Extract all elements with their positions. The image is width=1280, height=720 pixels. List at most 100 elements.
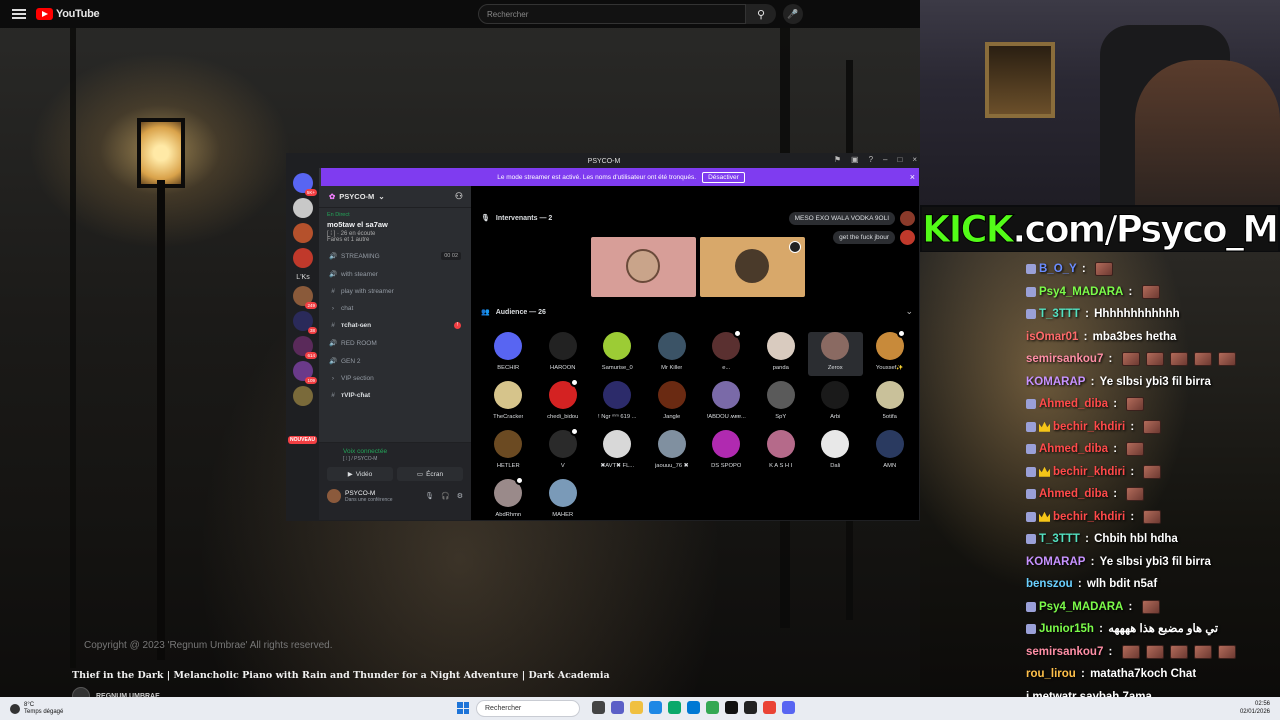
gear-icon[interactable]: ⚙ (457, 492, 463, 500)
server-icon[interactable] (293, 198, 313, 218)
chat-username[interactable]: T_3TTT (1039, 528, 1080, 551)
audience-member[interactable]: TheCracker (481, 381, 536, 425)
chat-username[interactable]: B_O_Y (1039, 258, 1077, 281)
audience-member[interactable]: Dali (808, 430, 863, 474)
server-icon[interactable]: 109 (293, 361, 317, 384)
store-icon[interactable] (668, 701, 681, 714)
audience-member[interactable]: chedi_bidou (536, 378, 591, 425)
discord-icon[interactable] (782, 701, 795, 714)
server-icon[interactable] (293, 223, 313, 243)
server-header[interactable]: ✿ PSYCO-M ⌄ ⚇ (319, 186, 471, 208)
audience-member[interactable]: Mr Killer (645, 332, 700, 376)
category-vip[interactable]: › VIP section (319, 370, 471, 387)
chat-username[interactable]: Ahmed_diba (1039, 483, 1108, 506)
teams-icon[interactable] (611, 701, 624, 714)
audience-member[interactable]: ! Ngr ᵐᵐ 619 ... (590, 381, 645, 425)
chat-username[interactable]: Ahmed_diba (1039, 438, 1108, 461)
audience-member[interactable]: DS SPOPO (699, 430, 754, 474)
audience-member[interactable]: Youssef✨ (863, 329, 918, 376)
close-icon[interactable]: × (910, 172, 915, 182)
microphone-icon[interactable]: 🎙 (425, 492, 434, 500)
epic-games-icon[interactable] (725, 701, 738, 714)
menu-icon[interactable] (12, 7, 26, 21)
audience-member[interactable]: ✖AVT✖ FL... (590, 430, 645, 474)
audience-member[interactable]: panda (754, 332, 809, 376)
screen-icon[interactable]: ▣ (851, 155, 859, 164)
channel-gen-2[interactable]: 🔊 GEN 2 (319, 352, 471, 370)
speaker-tile[interactable] (591, 237, 696, 297)
chat-username[interactable]: isOmar01 (1026, 326, 1078, 349)
search-icon[interactable]: ⚲ (746, 4, 776, 24)
taskbar-search[interactable]: Rechercher (476, 700, 580, 717)
channel-streaming[interactable]: 🔊 STREAMING 00 02 (319, 247, 471, 265)
terminal-icon[interactable] (744, 701, 757, 714)
edge-icon[interactable] (649, 701, 662, 714)
chat-username[interactable]: KOMARAP (1026, 371, 1085, 394)
server-icon[interactable] (293, 248, 313, 268)
audience-member[interactable]: Jangle (645, 381, 700, 425)
weather-widget[interactable]: 8°C Temps dégagé (10, 702, 63, 716)
chat-username[interactable]: T_3TTT (1039, 303, 1080, 326)
channel-red-room[interactable]: 🔊 RED ROOM (319, 334, 471, 352)
chat-username[interactable]: Psy4_MADARA (1039, 281, 1123, 304)
channel-chat-gen[interactable]: # ᴛcħat-ɢen! (319, 317, 471, 334)
audience-member[interactable]: BECHIR (481, 332, 536, 376)
server-icon[interactable]: 249 (293, 286, 317, 309)
chat-username[interactable]: Psy4_MADARA (1039, 596, 1123, 619)
audience-header[interactable]: 👥 Audience — 26 (481, 308, 546, 317)
server-icon[interactable]: 38 (293, 311, 317, 334)
chat-username[interactable]: rou_lirou (1026, 663, 1076, 686)
maximize-icon[interactable]: □ (897, 155, 902, 164)
chevron-down-icon[interactable]: ⌄ (905, 306, 913, 317)
chat-username[interactable]: bechir_khdiri (1053, 506, 1125, 529)
audience-member[interactable]: !ABDOU ʍʀɐ... (699, 381, 754, 425)
headphones-icon[interactable]: 🎧 (441, 492, 450, 500)
obs-icon[interactable] (763, 701, 776, 714)
category-chat[interactable]: › chat (319, 300, 471, 317)
audience-member[interactable]: Samurise_0 (590, 332, 645, 376)
avatar[interactable] (900, 211, 915, 226)
avatar[interactable] (900, 230, 915, 245)
avatar[interactable] (327, 489, 341, 503)
add-member-icon[interactable]: ⚇ (455, 191, 463, 202)
chrome-icon[interactable] (706, 701, 719, 714)
start-icon[interactable] (457, 702, 469, 714)
chat-username[interactable]: semirsankou7 (1026, 348, 1103, 371)
youtube-logo[interactable]: YouTube (36, 8, 100, 20)
audience-member[interactable]: K A S H I (754, 430, 809, 474)
server-folder-label[interactable]: L'Ks (292, 274, 314, 281)
voice-connected-label[interactable]: Voix connectée (319, 443, 471, 455)
audience-member[interactable]: jaouuu_76 ✖ (645, 430, 700, 474)
audience-member[interactable]: e... (699, 329, 754, 376)
disable-streamer-mode-button[interactable]: Désactiver (702, 171, 745, 183)
speaker-tile[interactable] (700, 237, 805, 297)
inbox-icon[interactable]: ⚑ (834, 155, 841, 164)
mail-icon[interactable] (687, 701, 700, 714)
help-icon[interactable]: ? (869, 155, 873, 164)
audience-member[interactable]: HAROON (536, 332, 591, 376)
video-button[interactable]: ▶ Vidéo (327, 467, 393, 481)
task-view-icon[interactable] (592, 701, 605, 714)
channel-with-steamer[interactable]: 🔊 with steamer (319, 265, 471, 283)
chat-username[interactable]: semirsankou7 (1026, 641, 1103, 664)
chat-username[interactable]: bechir_khdiri (1053, 416, 1125, 439)
chat-username[interactable]: KOMARAP (1026, 551, 1085, 574)
audience-member[interactable]: HETLER (481, 430, 536, 474)
audience-member[interactable]: MAHER (536, 479, 591, 520)
close-icon[interactable]: × (912, 155, 917, 164)
audience-member[interactable]: AbdRhmn (481, 476, 536, 520)
server-icon[interactable] (293, 386, 313, 406)
channel-play-with-streamer[interactable]: # play with streamer (319, 283, 471, 300)
chat-username[interactable]: bechir_khdiri (1053, 461, 1125, 484)
live-stage-card[interactable]: En Direct mo5taw el sa7aw [ ⁞ ] · 26 en … (319, 208, 471, 247)
search-input[interactable]: Rechercher (478, 4, 746, 24)
server-icon[interactable]: 614 (293, 336, 317, 359)
server-icon[interactable]: 5K+ (293, 173, 317, 196)
audience-member[interactable]: 5otifa (863, 381, 918, 425)
clock[interactable]: 02:56 02/01/2026 (1240, 700, 1270, 716)
chat-username[interactable]: Junior15h (1039, 618, 1094, 641)
audience-member[interactable]: V (536, 427, 591, 474)
audience-member[interactable]: AMN (863, 430, 918, 474)
audience-member[interactable]: Zerox (808, 332, 863, 376)
chat-username[interactable]: Ahmed_diba (1039, 393, 1108, 416)
